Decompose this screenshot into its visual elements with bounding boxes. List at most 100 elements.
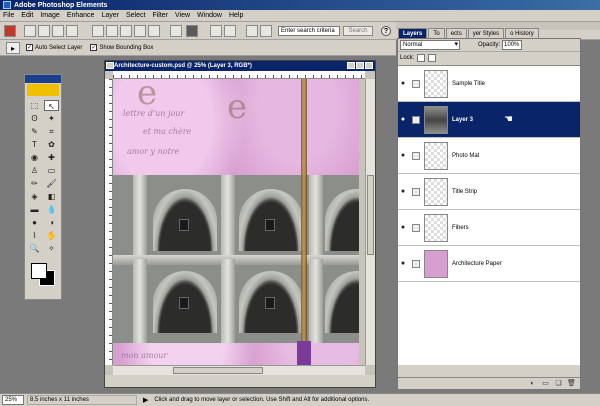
crop-tool-icon[interactable]: ⌗ xyxy=(44,126,59,137)
vertical-scrollbar[interactable] xyxy=(365,79,375,365)
selection-brush-icon[interactable]: ✎ xyxy=(27,126,42,137)
tab-how-to[interactable]: To xyxy=(428,28,445,38)
cookie-cutter-icon[interactable]: ✿ xyxy=(44,139,59,150)
eyedropper-tool-icon[interactable]: ⌇ xyxy=(27,230,42,241)
email-icon[interactable] xyxy=(134,25,146,37)
spot-healing-icon[interactable]: ✚ xyxy=(44,152,59,163)
layer-row[interactable]: ● Sample Title xyxy=(398,66,580,102)
status-arrow-icon[interactable]: ▶ xyxy=(143,396,148,404)
layer-link-box[interactable] xyxy=(412,79,420,88)
menu-filter[interactable]: Filter xyxy=(152,12,168,19)
visibility-eye-icon[interactable]: ● xyxy=(398,224,408,231)
document-titlebar[interactable]: Architecture-custom.psd @ 25% (Layer 3, … xyxy=(105,61,375,71)
layer-link-box[interactable] xyxy=(412,223,420,232)
layer-link-box[interactable] xyxy=(412,115,420,124)
save-icon[interactable] xyxy=(92,25,104,37)
browse-icon[interactable] xyxy=(52,25,64,37)
layer-link-box[interactable] xyxy=(412,259,420,268)
pencil-tool-icon[interactable]: ✏ xyxy=(27,178,42,189)
foreground-color-swatch[interactable] xyxy=(31,263,47,279)
minimize-icon[interactable] xyxy=(347,62,355,69)
tab-layers[interactable]: Layers xyxy=(398,28,428,38)
paint-bucket-icon[interactable]: ◈ xyxy=(27,191,42,202)
new-group-icon[interactable]: ▭ xyxy=(541,380,550,388)
print-preview-icon[interactable] xyxy=(120,25,132,37)
lock-transparency-icon[interactable] xyxy=(417,53,426,62)
layer-row[interactable]: ● Architecture Paper xyxy=(398,246,580,282)
maximize-icon[interactable] xyxy=(356,62,364,69)
layer-link-box[interactable] xyxy=(412,151,420,160)
menu-image[interactable]: Image xyxy=(40,12,59,19)
horizontal-scroll-thumb[interactable] xyxy=(173,367,263,374)
search-input[interactable]: Enter search criteria xyxy=(278,26,340,36)
menu-layer[interactable]: Layer xyxy=(101,12,119,19)
step-forward-icon[interactable] xyxy=(224,25,236,37)
horizontal-scrollbar[interactable] xyxy=(113,365,365,375)
menu-enhance[interactable]: Enhance xyxy=(67,12,95,19)
zoom-tool-icon[interactable]: 🔍 xyxy=(27,243,42,254)
red-eye-tool-icon[interactable]: ◉ xyxy=(27,152,42,163)
blend-mode-select[interactable]: Normal xyxy=(400,40,460,50)
auto-select-checkbox[interactable]: ✓ xyxy=(26,44,33,51)
architecture-photo-layer[interactable] xyxy=(113,175,359,343)
color-variations-icon[interactable] xyxy=(246,25,258,37)
document-size-info[interactable]: 8.5 inches x 11 inches xyxy=(27,395,137,405)
visibility-eye-icon[interactable]: ● xyxy=(398,80,408,87)
vertical-scroll-thumb[interactable] xyxy=(367,175,374,255)
type-tool-icon[interactable]: T xyxy=(27,139,42,150)
blur-tool-icon[interactable]: 💧 xyxy=(44,204,59,215)
layer-row[interactable]: ● Title Strip xyxy=(398,174,580,210)
help-button[interactable]: ? xyxy=(381,26,391,36)
move-tool-icon[interactable]: ↖ xyxy=(44,100,59,111)
layer-row[interactable]: ● Photo Mat xyxy=(398,138,580,174)
magic-wand-tool-icon[interactable]: ✦ xyxy=(44,113,59,124)
adjustment-layer-icon[interactable]: ◐ xyxy=(528,380,537,388)
new-layer-icon[interactable]: ❏ xyxy=(554,380,563,388)
tab-effects[interactable]: ects xyxy=(445,28,467,38)
visibility-eye-icon[interactable]: ● xyxy=(398,260,408,267)
menu-edit[interactable]: Edit xyxy=(21,12,33,19)
bounding-box-checkbox[interactable]: ✓ xyxy=(90,44,98,51)
layer-link-box[interactable] xyxy=(412,187,420,196)
print-icon[interactable] xyxy=(106,25,118,37)
smart-brush-icon[interactable]: ✧ xyxy=(44,243,59,254)
shape-tool-icon[interactable]: ▬ xyxy=(27,204,42,215)
zoom-level-field[interactable]: 25% xyxy=(2,395,24,405)
toolbox-titlebar[interactable] xyxy=(25,75,61,83)
import-icon[interactable] xyxy=(66,25,78,37)
crop-icon[interactable] xyxy=(186,25,198,37)
layer-row[interactable]: ● Fibers xyxy=(398,210,580,246)
menu-window[interactable]: Window xyxy=(197,12,222,19)
clone-stamp-icon[interactable]: ♙ xyxy=(27,165,42,176)
auto-levels-icon[interactable] xyxy=(260,25,272,37)
dodge-tool-icon[interactable]: ◑ xyxy=(44,217,59,228)
gradient-tool-icon[interactable]: ◧ xyxy=(44,191,59,202)
menu-view[interactable]: View xyxy=(175,12,190,19)
open-file-icon[interactable] xyxy=(38,25,50,37)
menu-help[interactable]: Help xyxy=(229,12,243,19)
document-menu-icon[interactable] xyxy=(106,62,114,69)
web-icon[interactable] xyxy=(148,25,160,37)
close-icon[interactable] xyxy=(365,62,373,69)
brush-tool-icon[interactable]: 🖌 xyxy=(44,178,59,189)
tab-undo-history[interactable]: o History xyxy=(505,28,539,38)
step-backward-icon[interactable] xyxy=(210,25,222,37)
lock-all-icon[interactable] xyxy=(428,53,437,62)
sponge-tool-icon[interactable]: ● xyxy=(27,217,42,228)
tab-layer-styles[interactable]: yer Styles xyxy=(467,28,505,38)
image-canvas[interactable]: e e lettre d'un jour et ma chère amor y … xyxy=(113,79,359,365)
menu-file[interactable]: File xyxy=(3,12,14,19)
visibility-eye-icon[interactable]: ● xyxy=(398,152,408,159)
visibility-eye-icon[interactable]: ● xyxy=(398,116,408,123)
marquee-tool-icon[interactable]: ⬚ xyxy=(27,100,42,111)
menu-select[interactable]: Select xyxy=(126,12,145,19)
quick-fix-icon[interactable] xyxy=(170,25,182,37)
layer-row-selected[interactable]: ● Layer 3 ☚ xyxy=(398,102,580,138)
hand-tool-icon[interactable]: ✋ xyxy=(44,230,59,241)
search-button[interactable]: Search xyxy=(343,26,373,36)
visibility-eye-icon[interactable]: ● xyxy=(398,188,408,195)
new-file-icon[interactable] xyxy=(24,25,36,37)
auto-select-layer-option[interactable]: ✓ Auto Select Layer xyxy=(26,44,82,51)
opacity-input[interactable]: 100% xyxy=(502,40,523,50)
show-bounding-box-option[interactable]: ✓ Show Bounding Box xyxy=(90,44,153,51)
